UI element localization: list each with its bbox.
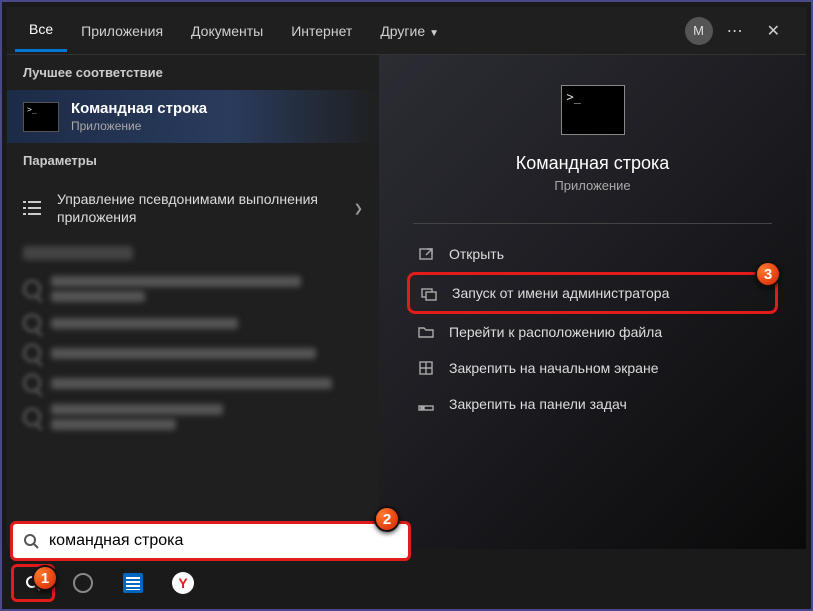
tab-apps[interactable]: Приложения xyxy=(67,11,177,51)
parameters-label: Параметры xyxy=(7,143,379,178)
close-button[interactable]: ✕ xyxy=(759,17,788,45)
window-frame: Все Приложения Документы Интернет Другие… xyxy=(0,0,813,611)
cortana-icon xyxy=(73,573,93,593)
more-options-button[interactable]: ⋯ xyxy=(727,21,745,41)
taskbar-cortana-button[interactable] xyxy=(61,564,105,602)
preview-column: Командная строка Приложение Открыть xyxy=(379,55,806,549)
action-label: Закрепить на начальном экране xyxy=(449,360,659,376)
preview-title: Командная строка xyxy=(516,153,670,174)
taskbar-yandex-button[interactable]: Y xyxy=(161,564,205,602)
tab-web[interactable]: Интернет xyxy=(277,11,366,51)
setting-alias-management[interactable]: Управление псевдонимами выполнения прило… xyxy=(7,178,379,238)
action-label: Закрепить на панели задач xyxy=(449,396,627,412)
callout-marker-1: 1 xyxy=(32,565,58,591)
action-list: Открыть Запуск от имени администратора 3 xyxy=(379,236,806,422)
callout-marker-2: 2 xyxy=(374,506,400,532)
content-area: Лучшее соответствие Командная строка При… xyxy=(7,55,806,549)
action-label: Перейти к расположению файла xyxy=(449,324,662,340)
best-match-title: Командная строка xyxy=(71,100,207,117)
pin-taskbar-icon xyxy=(417,395,435,413)
chevron-down-icon: ▼ xyxy=(429,28,439,39)
best-match-item[interactable]: Командная строка Приложение xyxy=(7,90,379,143)
preview-subtitle: Приложение xyxy=(554,178,630,193)
action-run-as-admin[interactable]: Запуск от имени администратора 3 xyxy=(407,272,778,314)
tab-more[interactable]: Другие ▼ xyxy=(366,11,453,51)
user-avatar[interactable]: М xyxy=(685,17,713,45)
search-box[interactable]: 2 xyxy=(10,521,411,561)
action-label: Запуск от имени администратора xyxy=(452,285,669,301)
calendar-icon xyxy=(123,573,143,593)
taskbar-calendar-button[interactable] xyxy=(111,564,155,602)
tab-more-label: Другие xyxy=(380,23,425,39)
action-pin-taskbar[interactable]: Закрепить на панели задач xyxy=(407,386,778,422)
best-match-subtitle: Приложение xyxy=(71,119,207,133)
header-right: М ⋯ ✕ xyxy=(685,17,798,45)
list-icon xyxy=(23,201,43,215)
yandex-icon: Y xyxy=(172,572,194,594)
taskbar-search-button[interactable]: 1 xyxy=(11,564,55,602)
cmd-icon xyxy=(23,102,59,132)
search-icon xyxy=(23,533,39,549)
divider xyxy=(413,223,772,224)
search-input[interactable] xyxy=(49,532,398,550)
tab-bar: Все Приложения Документы Интернет Другие… xyxy=(7,7,806,55)
tab-docs[interactable]: Документы xyxy=(177,11,277,51)
callout-marker-3: 3 xyxy=(755,261,781,287)
setting-label: Управление псевдонимами выполнения прило… xyxy=(57,190,340,226)
search-panel: Все Приложения Документы Интернет Другие… xyxy=(7,7,806,549)
results-column: Лучшее соответствие Командная строка При… xyxy=(7,55,379,549)
open-icon xyxy=(417,245,435,263)
best-match-label: Лучшее соответствие xyxy=(7,55,379,90)
action-open-file-location[interactable]: Перейти к расположению файла xyxy=(407,314,778,350)
taskbar: 1 Y xyxy=(7,562,806,604)
admin-icon xyxy=(420,284,438,302)
action-open[interactable]: Открыть xyxy=(407,236,778,272)
pin-start-icon xyxy=(417,359,435,377)
preview-cmd-icon xyxy=(561,85,625,135)
chevron-right-icon: ❯ xyxy=(354,202,363,215)
action-pin-start[interactable]: Закрепить на начальном экране xyxy=(407,350,778,386)
folder-icon xyxy=(417,323,435,341)
blurred-history xyxy=(7,238,379,549)
tab-all[interactable]: Все xyxy=(15,9,67,52)
action-label: Открыть xyxy=(449,246,504,262)
